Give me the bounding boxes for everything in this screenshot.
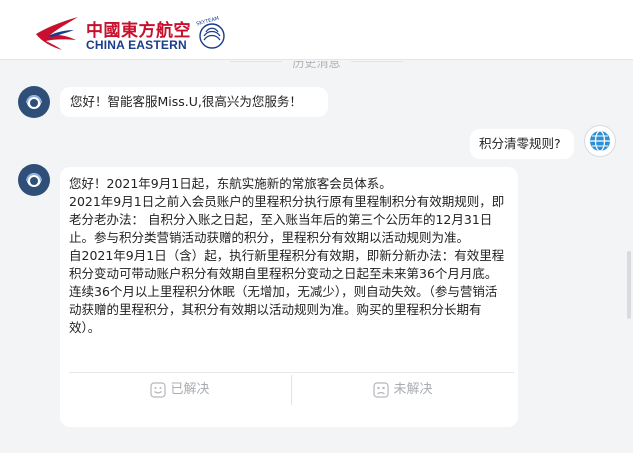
bot-message-points-rules: 您好！2021年9月1日起，东航实施新的常旅客会员体系。 2021年9月1日之前… [60, 167, 518, 427]
message-text: 您好！智能客服Miss.U,很高兴为您服务！ [70, 94, 302, 109]
bot-message-greeting: 您好！智能客服Miss.U,很高兴为您服务！ [60, 87, 328, 117]
bot-avatar [18, 164, 50, 196]
skyteam-text: SKYTEAM [196, 16, 220, 28]
bot-headset-icon [26, 95, 42, 109]
message-text: 积分清零规则? [479, 136, 561, 151]
message-paragraph: 2021年9月1日之前入会员账户的里程积分执行原有里程制积分有效期规则，即老分老… [69, 194, 505, 245]
user-avatar [584, 125, 616, 157]
message-paragraph: 您好！2021年9月1日起，东航实施新的常旅客会员体系。 [69, 176, 392, 191]
smile-icon [150, 381, 167, 398]
message-paragraph: 自2021年9月1日（含）起，执行新里程积分有效期，即新分新办法：有效里程积分变… [69, 248, 505, 335]
brand-name-english: CHINA EASTERN [86, 38, 187, 52]
solved-button[interactable]: 已解决 [69, 373, 291, 406]
chat-scrollbar[interactable] [627, 251, 631, 319]
china-eastern-swallow-logo [36, 17, 78, 50]
feedback-row: 已解决 未解决 [69, 372, 514, 406]
bot-headset-icon [26, 173, 42, 187]
app-header: 中國東方航空 CHINA EASTERN SKYTEAM [0, 0, 633, 60]
unsolved-label: 未解决 [393, 381, 433, 397]
bot-avatar [18, 86, 50, 118]
frown-icon [373, 381, 390, 398]
globe-icon [590, 130, 610, 152]
skyteam-logo: SKYTEAM [196, 16, 225, 49]
unsolved-button[interactable]: 未解决 [292, 373, 514, 406]
user-message: 积分清零规则? [470, 129, 574, 159]
history-label[interactable]: 历史消息 [282, 61, 351, 70]
solved-label: 已解决 [170, 381, 210, 397]
chat-area[interactable]: 历史消息 您好！智能客服Miss.U,很高兴为您服务！ 积分清零规则? 您好！2 [0, 61, 633, 453]
history-divider[interactable]: 历史消息 [0, 61, 633, 70]
